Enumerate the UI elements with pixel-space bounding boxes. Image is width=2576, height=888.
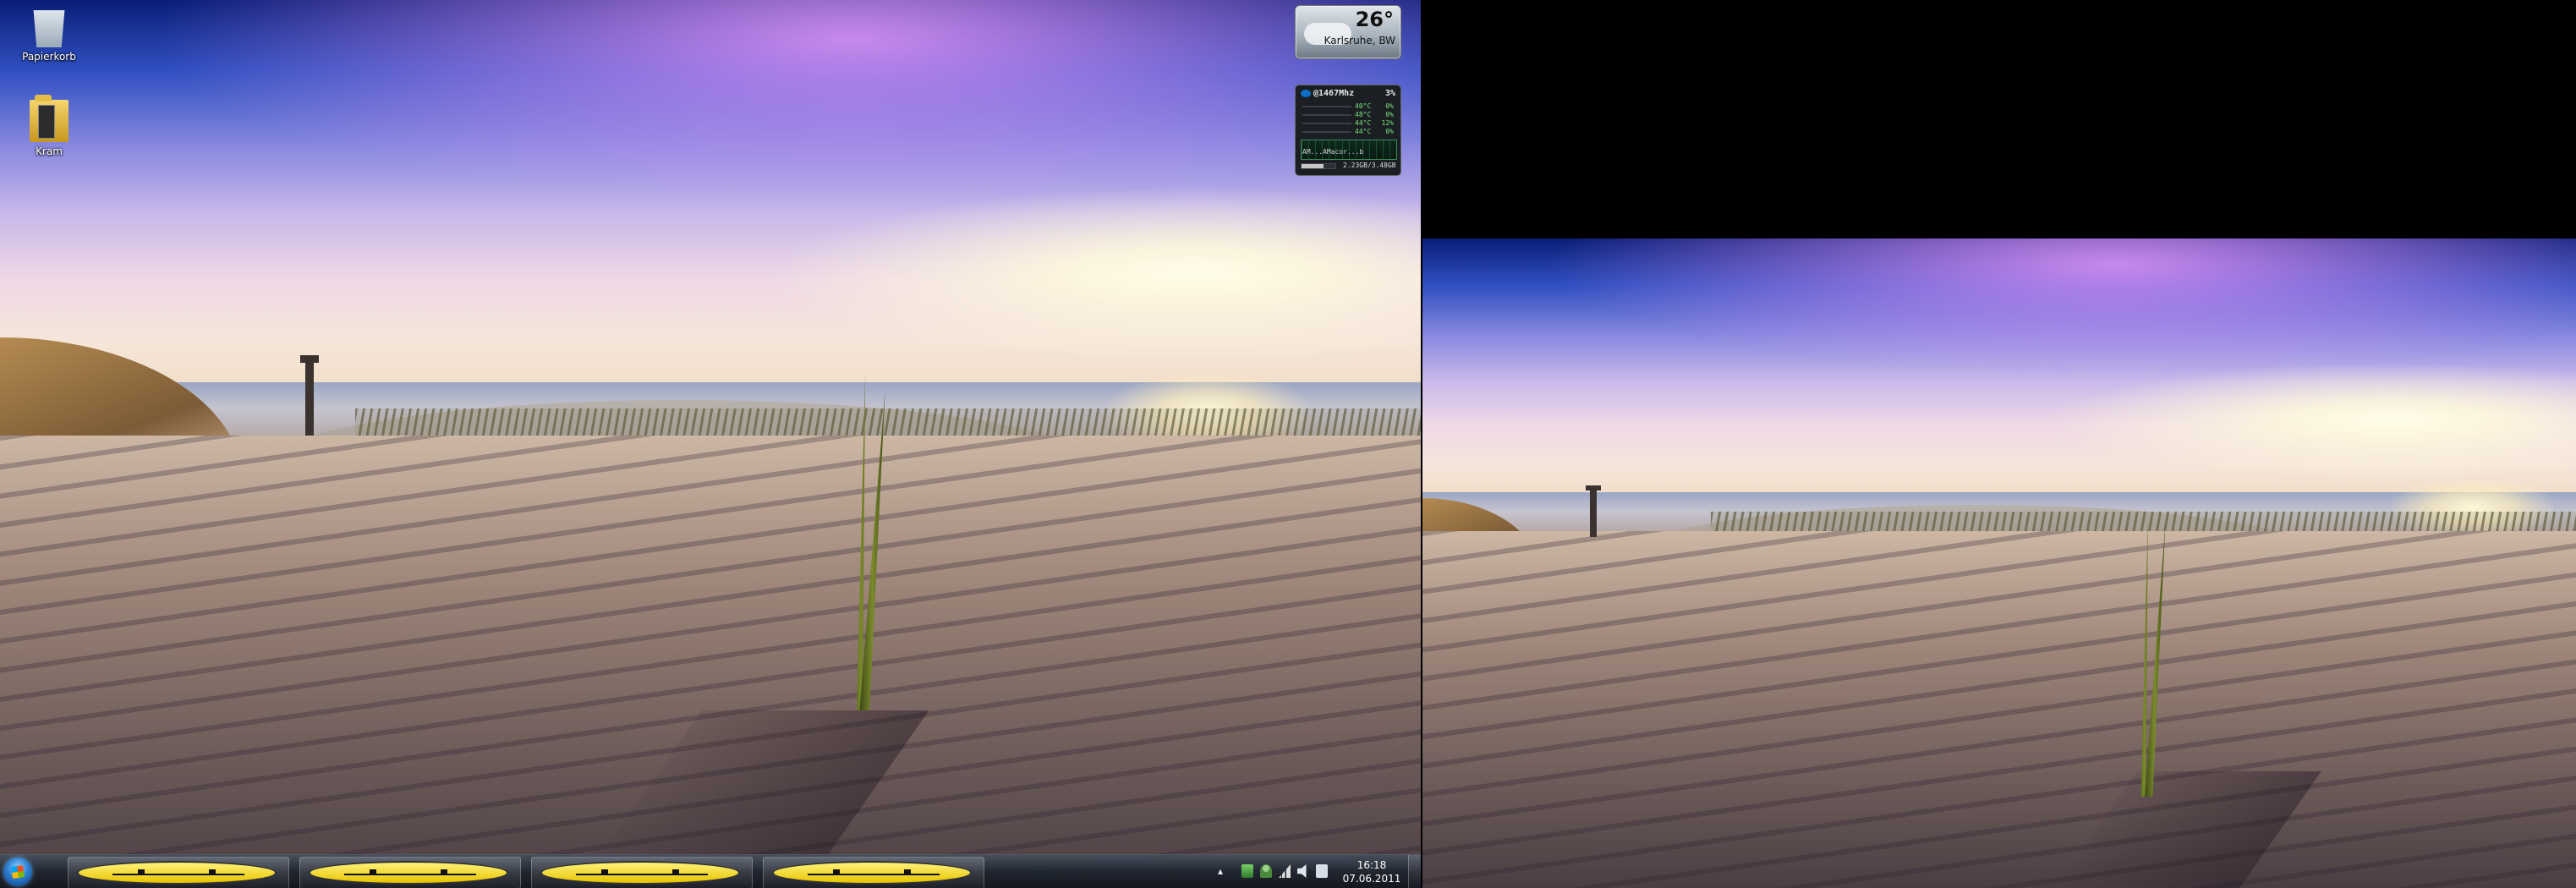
desktop-icon-label: Kram <box>36 145 63 157</box>
folder-icon <box>30 95 69 142</box>
windows-start-icon <box>11 865 25 879</box>
smiley-face-icon <box>77 861 277 885</box>
show-hidden-icons-button[interactable]: ▴ <box>1218 865 1223 877</box>
memory-usage-text: 2.23GB/3.48GB <box>1343 162 1396 169</box>
cpu-meter-gadget[interactable]: @1467Mhz 3% 40°C 0% 48°C 0% 44°C 12% 44°C 0%… <box>1295 85 1401 176</box>
user-icon[interactable] <box>1260 864 1272 878</box>
network-icon[interactable] <box>1241 864 1253 878</box>
smiley-face-icon <box>772 861 972 885</box>
intel-logo-icon <box>1301 89 1311 97</box>
weather-gadget[interactable]: 26° Karlsruhe, BW <box>1295 5 1401 59</box>
core-usage: 0% <box>1385 111 1394 118</box>
memory-usage-bar <box>1301 163 1336 169</box>
core-temp: 44°C <box>1355 128 1372 135</box>
show-desktop-button[interactable] <box>1408 855 1421 888</box>
wallpaper-post <box>300 355 320 436</box>
recycle-bin-icon <box>33 10 65 47</box>
wallpaper-post <box>1585 485 1602 538</box>
speaker-icon[interactable] <box>1297 864 1307 878</box>
cpu-core-row: 44°C 12% <box>1301 119 1395 128</box>
secondary-monitor-desktop[interactable] <box>1422 0 2576 888</box>
start-button[interactable] <box>3 858 32 886</box>
clock-time: 16:18 <box>1357 859 1387 871</box>
taskbar-program-button[interactable] <box>531 857 753 888</box>
clock-date: 07.06.2011 <box>1342 873 1401 885</box>
desktop-icon-folder-kram[interactable]: Kram <box>11 95 87 157</box>
core-temp: 40°C <box>1355 102 1372 110</box>
cpu-core-row: 40°C 0% <box>1301 102 1395 111</box>
smiley-face-icon <box>309 861 508 885</box>
core-temp: 44°C <box>1355 119 1372 127</box>
cpu-frequency: @1467Mhz <box>1313 89 1355 98</box>
weather-location: Karlsruhe, BW <box>1324 35 1395 47</box>
beach-wallpaper <box>0 0 1421 888</box>
smiley-face-icon <box>540 861 740 885</box>
weather-temperature: 26° <box>1355 8 1394 31</box>
system-tray: ▴ 16:18 07.06.2011 <box>1201 855 1421 888</box>
core-usage: 12% <box>1381 119 1394 127</box>
wallpaper-sky <box>1422 238 2576 499</box>
battery-icon[interactable] <box>1316 864 1328 878</box>
wallpaper-sand <box>1422 530 2576 888</box>
primary-monitor-desktop[interactable]: Papierkorb Kram 26° Karlsruhe, BW @1467M… <box>0 0 1421 888</box>
taskbar-program-button[interactable] <box>68 857 289 888</box>
core-usage: 0% <box>1385 102 1394 110</box>
taskbar-clock[interactable]: 16:18 07.06.2011 <box>1341 858 1402 885</box>
cpu-graph-label: AM...AMacor...b <box>1302 148 1364 156</box>
wallpaper-frame <box>1422 238 2576 888</box>
cpu-core-list: 40°C 0% 48°C 0% 44°C 12% 44°C 0% <box>1301 102 1395 136</box>
taskbar: ▴ 16:18 07.06.2011 <box>0 854 1421 888</box>
core-usage: 0% <box>1385 128 1394 135</box>
beach-wallpaper <box>1422 238 2576 888</box>
cpu-header: @1467Mhz 3% <box>1301 89 1395 101</box>
cpu-usage: 3% <box>1384 89 1395 98</box>
taskbar-program-button[interactable] <box>299 857 521 888</box>
desktop-icon-recycle-bin[interactable]: Papierkorb <box>11 5 87 63</box>
cpu-core-row: 44°C 0% <box>1301 128 1395 136</box>
taskbar-program-button[interactable] <box>763 857 984 888</box>
core-temp: 48°C <box>1355 111 1372 118</box>
wallpaper-grass <box>355 408 1421 436</box>
wallpaper-sky <box>0 0 1421 391</box>
letterbox-bar <box>1422 0 2576 238</box>
desktop-icon-label: Papierkorb <box>22 51 76 63</box>
wallpaper-grass <box>1711 511 2576 531</box>
signal-icon[interactable] <box>1279 864 1291 878</box>
cpu-core-row: 48°C 0% <box>1301 111 1395 119</box>
